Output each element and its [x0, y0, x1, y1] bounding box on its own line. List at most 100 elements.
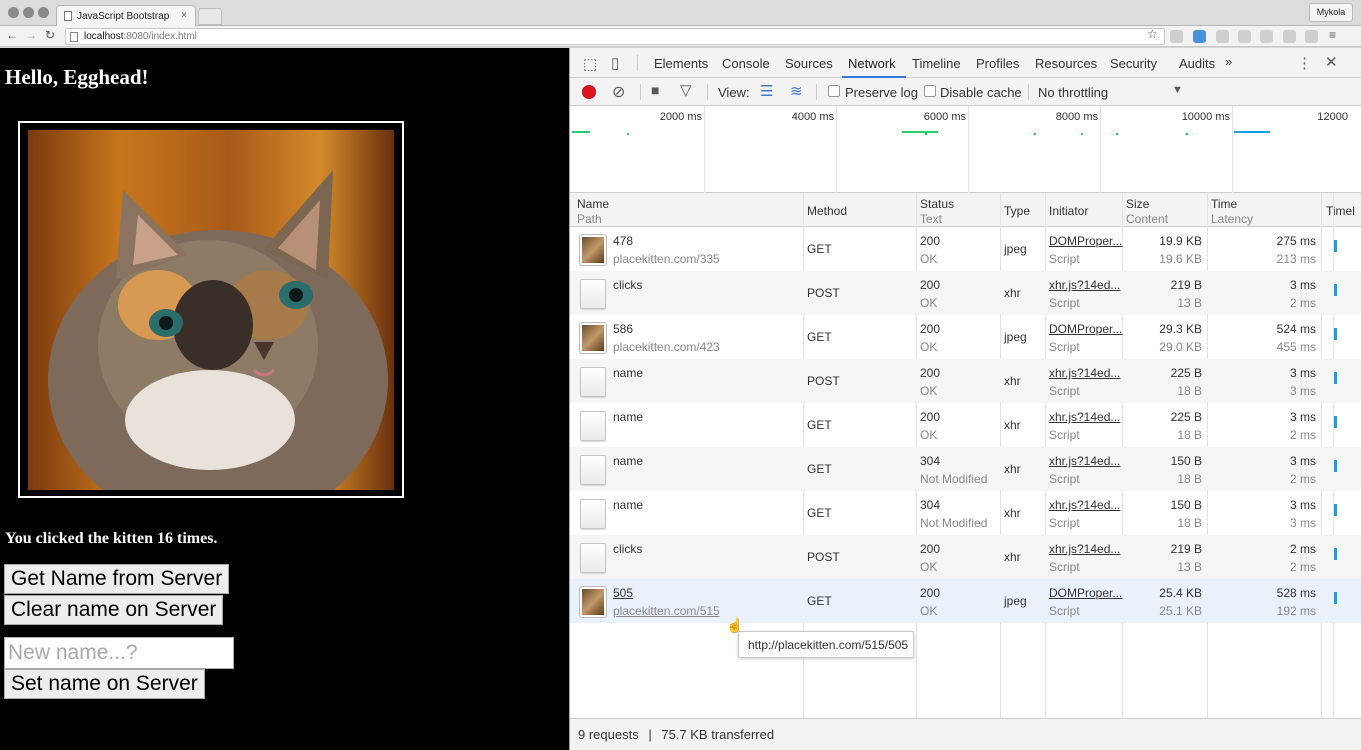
browser-tab[interactable]: JavaScript Bootstrap × — [56, 5, 196, 27]
devtools-menu-icon[interactable]: ⋮ — [1297, 54, 1312, 72]
request-name[interactable]: name — [613, 366, 643, 380]
preserve-log-checkbox[interactable] — [828, 85, 840, 97]
tab-timeline[interactable]: Timeline — [912, 56, 961, 71]
throttling-select[interactable]: No throttling — [1038, 85, 1108, 100]
column-timeline-header[interactable]: Timel — [1326, 204, 1355, 218]
column-initiator-header[interactable]: Initiator — [1049, 204, 1088, 218]
record-icon[interactable] — [582, 85, 596, 99]
table-row[interactable]: clicks POST 200 OK xhr xhr.js?14ed... Script 21… — [570, 535, 1361, 579]
request-initiator[interactable]: xhr.js?14ed... — [1049, 542, 1120, 556]
request-name[interactable]: 478 — [613, 234, 633, 248]
kitten-image[interactable] — [28, 130, 394, 490]
overview-icon[interactable]: ≋ — [790, 82, 803, 100]
tab-profiles[interactable]: Profiles — [976, 56, 1019, 71]
new-tab-button[interactable] — [198, 8, 222, 25]
tab-resources[interactable]: Resources — [1035, 56, 1097, 71]
close-tab-icon[interactable]: × — [181, 10, 187, 21]
table-row[interactable]: clicks POST 200 OK xhr xhr.js?14ed... Script 21… — [570, 271, 1361, 315]
request-initiator[interactable]: xhr.js?14ed... — [1049, 454, 1120, 468]
table-row[interactable]: name GET 304 Not Modified xhr xhr.js?14ed... S… — [570, 447, 1361, 491]
page-heading: Hello, Egghead! — [5, 65, 149, 89]
request-initiator[interactable]: xhr.js?14ed... — [1049, 278, 1120, 292]
clear-name-button[interactable]: Clear name on Server — [4, 595, 224, 625]
extension-icon[interactable] — [1170, 30, 1183, 43]
tab-audits[interactable]: Audits — [1179, 56, 1215, 71]
extension-icon[interactable] — [1305, 30, 1318, 43]
column-method-header[interactable]: Method — [807, 204, 847, 218]
request-time: 524 ms — [1276, 322, 1316, 336]
device-mode-icon[interactable]: ▯ — [611, 54, 619, 72]
extension-icon[interactable] — [1283, 30, 1296, 43]
table-row[interactable]: 478 placekitten.com/335 GET 200 OK jpeg DOMPro… — [570, 227, 1361, 271]
request-name[interactable]: 505 — [613, 586, 633, 600]
column-status-header[interactable]: Status Text — [920, 197, 954, 226]
tab-network[interactable]: Network — [848, 56, 896, 71]
column-name-header[interactable]: Name Path — [577, 197, 609, 226]
request-initiator-type: Script — [1049, 340, 1080, 354]
more-tabs-icon[interactable]: » — [1225, 54, 1232, 69]
request-path[interactable]: placekitten.com/423 — [613, 340, 720, 354]
request-latency: 2 ms — [1289, 560, 1316, 574]
request-initiator[interactable]: DOMProper... — [1049, 322, 1122, 336]
request-initiator[interactable]: DOMProper... — [1049, 586, 1122, 600]
request-name[interactable]: name — [613, 410, 643, 424]
mouse-pointer-icon: ☝ — [726, 617, 744, 633]
tab-security[interactable]: Security — [1110, 56, 1157, 71]
tab-sources[interactable]: Sources — [785, 56, 833, 71]
kitten-image-frame[interactable] — [18, 121, 404, 498]
column-size-header[interactable]: Size Content — [1126, 197, 1168, 226]
set-name-button[interactable]: Set name on Server — [4, 669, 205, 699]
extension-icon[interactable] — [1238, 30, 1251, 43]
capture-screenshots-icon[interactable]: ■ — [651, 82, 659, 98]
column-time-header[interactable]: Time Latency — [1211, 197, 1253, 226]
column-type-header[interactable]: Type — [1004, 204, 1030, 218]
inspect-element-icon[interactable]: ⬚ — [583, 55, 597, 73]
reload-icon[interactable]: ↻ — [45, 28, 55, 42]
request-name[interactable]: clicks — [613, 542, 642, 556]
bookmark-star-icon[interactable]: ☆ — [1147, 27, 1158, 41]
get-name-button[interactable]: Get Name from Server — [4, 564, 230, 594]
close-devtools-icon[interactable]: ✕ — [1325, 53, 1338, 71]
extension-icon[interactable] — [1193, 30, 1206, 43]
request-name[interactable]: name — [613, 454, 643, 468]
request-status-text: Not Modified — [920, 472, 988, 486]
request-initiator[interactable]: xhr.js?14ed... — [1049, 410, 1120, 424]
forward-icon[interactable]: → — [25, 28, 37, 42]
table-row[interactable]: name POST 200 OK xhr xhr.js?14ed... Script 225 … — [570, 359, 1361, 403]
tab-console[interactable]: Console — [722, 56, 770, 71]
back-icon[interactable]: ← — [6, 28, 18, 42]
clear-icon[interactable]: ⊘ — [612, 82, 625, 102]
maximize-window-icon[interactable] — [38, 7, 49, 18]
close-window-icon[interactable] — [8, 7, 19, 18]
disable-cache-checkbox[interactable] — [924, 85, 936, 97]
request-path[interactable]: placekitten.com/515 — [613, 604, 720, 618]
tab-elements[interactable]: Elements — [654, 56, 708, 71]
new-name-input[interactable] — [4, 637, 234, 669]
extension-icon[interactable] — [1216, 30, 1229, 43]
table-row[interactable]: name GET 304 Not Modified xhr xhr.js?14ed... S… — [570, 491, 1361, 535]
profile-button[interactable]: Mykola — [1309, 3, 1353, 22]
menu-icon[interactable]: ≡ — [1329, 28, 1336, 42]
table-row[interactable]: name GET 200 OK xhr xhr.js?14ed... Script 225 B… — [570, 403, 1361, 447]
request-path[interactable]: placekitten.com/335 — [613, 252, 720, 266]
overview-tick-label: 6000 ms — [923, 111, 966, 123]
request-initiator[interactable]: xhr.js?14ed... — [1049, 498, 1120, 512]
address-bar[interactable]: localhost:8080/index.html — [65, 28, 1165, 45]
transferred-size: 75.7 KB transferred — [661, 727, 775, 742]
table-row[interactable]: 505 placekitten.com/515 GET 200 OK jpeg DOMPro… — [570, 579, 1361, 623]
waterfall-bar — [1334, 548, 1337, 560]
filter-icon[interactable]: ▽ — [680, 81, 692, 99]
extension-icon[interactable] — [1260, 30, 1273, 43]
minimize-window-icon[interactable] — [23, 7, 34, 18]
request-name[interactable]: clicks — [613, 278, 642, 292]
chevron-down-icon[interactable]: ▼ — [1172, 84, 1183, 96]
request-name[interactable]: name — [613, 498, 643, 512]
overview-bar — [1234, 131, 1270, 133]
request-name[interactable]: 586 — [613, 322, 633, 336]
table-row[interactable]: 586 placekitten.com/423 GET 200 OK jpeg DOMPro… — [570, 315, 1361, 359]
request-initiator[interactable]: DOMProper... — [1049, 234, 1122, 248]
network-overview[interactable]: 2000 ms 4000 ms 6000 ms 8000 ms 10000 ms… — [570, 106, 1361, 193]
request-initiator[interactable]: xhr.js?14ed... — [1049, 366, 1120, 380]
large-rows-icon[interactable]: ☰ — [760, 82, 773, 100]
request-time: 3 ms — [1289, 410, 1316, 424]
